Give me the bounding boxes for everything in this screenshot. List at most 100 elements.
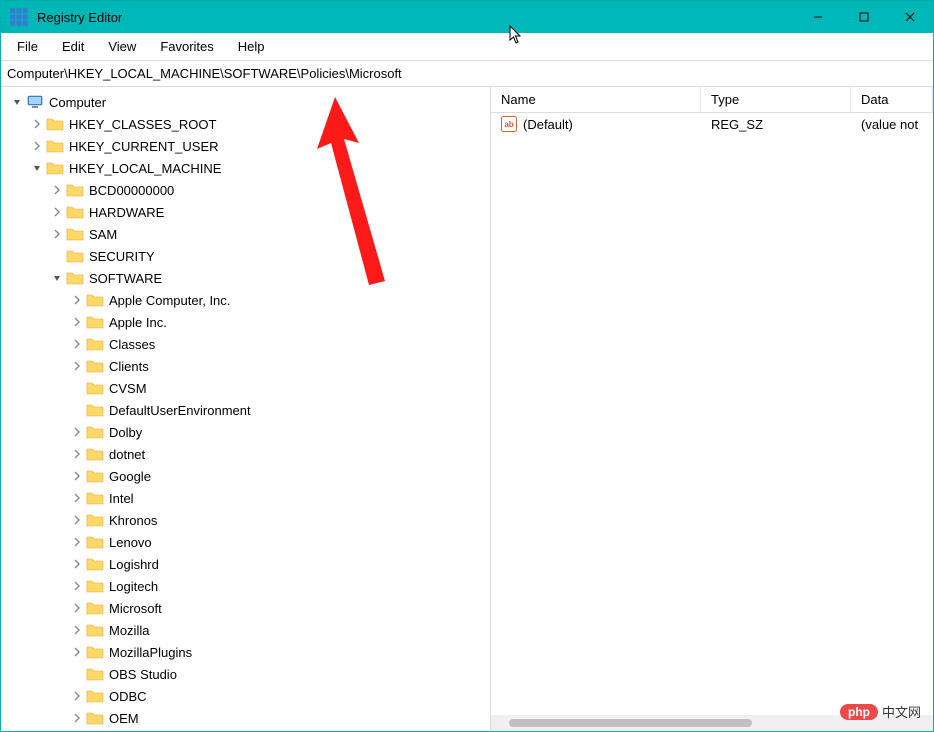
chevron-right-icon[interactable] bbox=[69, 446, 85, 462]
menu-view[interactable]: View bbox=[96, 35, 148, 58]
tree-node[interactable]: Google bbox=[1, 465, 490, 487]
tree-node[interactable]: OEM bbox=[1, 707, 490, 729]
col-header-type[interactable]: Type bbox=[701, 87, 851, 112]
tree-node[interactable]: Apple Inc. bbox=[1, 311, 490, 333]
tree-scroll[interactable]: Computer HKEY_CLASSES_ROOT HKEY_CURRENT_US… bbox=[1, 87, 490, 731]
chevron-down-icon[interactable] bbox=[9, 94, 25, 110]
folder-icon bbox=[86, 358, 104, 374]
chevron-right-icon[interactable] bbox=[49, 182, 65, 198]
chevron-right-icon[interactable] bbox=[69, 556, 85, 572]
hscroll-thumb[interactable] bbox=[509, 719, 752, 727]
list-body[interactable]: ab(Default)REG_SZ(value not bbox=[491, 113, 933, 715]
chevron-right-icon[interactable] bbox=[69, 644, 85, 660]
chevron-right-icon[interactable] bbox=[29, 116, 45, 132]
toggle-none bbox=[69, 666, 85, 682]
main-area: Computer HKEY_CLASSES_ROOT HKEY_CURRENT_US… bbox=[1, 87, 933, 731]
chevron-right-icon[interactable] bbox=[69, 600, 85, 616]
address-text: Computer\HKEY_LOCAL_MACHINE\SOFTWARE\Pol… bbox=[7, 66, 402, 81]
tree-node[interactable]: CVSM bbox=[1, 377, 490, 399]
tree-node-label: HKEY_CURRENT_USER bbox=[69, 139, 219, 154]
tree-node[interactable]: MozillaPlugins bbox=[1, 641, 490, 663]
tree-node[interactable]: Khronos bbox=[1, 509, 490, 531]
tree-node[interactable]: Computer bbox=[1, 91, 490, 113]
folder-icon bbox=[86, 446, 104, 462]
folder-icon bbox=[86, 490, 104, 506]
tree-node[interactable]: Intel bbox=[1, 487, 490, 509]
tree-pane: Computer HKEY_CLASSES_ROOT HKEY_CURRENT_US… bbox=[1, 87, 491, 731]
chevron-right-icon[interactable] bbox=[49, 204, 65, 220]
folder-icon bbox=[86, 402, 104, 418]
tree-node[interactable]: Microsoft bbox=[1, 597, 490, 619]
chevron-right-icon[interactable] bbox=[69, 336, 85, 352]
tree-node[interactable]: Mozilla bbox=[1, 619, 490, 641]
tree-node[interactable]: Apple Computer, Inc. bbox=[1, 289, 490, 311]
menu-favorites[interactable]: Favorites bbox=[148, 35, 225, 58]
chevron-right-icon[interactable] bbox=[69, 710, 85, 726]
chevron-right-icon[interactable] bbox=[69, 490, 85, 506]
tree-node[interactable]: Lenovo bbox=[1, 531, 490, 553]
folder-icon bbox=[66, 204, 84, 220]
chevron-right-icon[interactable] bbox=[69, 314, 85, 330]
chevron-right-icon[interactable] bbox=[69, 578, 85, 594]
folder-icon bbox=[86, 534, 104, 550]
folder-icon bbox=[86, 292, 104, 308]
tree-node[interactable]: HARDWARE bbox=[1, 201, 490, 223]
folder-icon bbox=[86, 314, 104, 330]
tree-node[interactable]: Classes bbox=[1, 333, 490, 355]
tree-node[interactable]: BCD00000000 bbox=[1, 179, 490, 201]
list-header: Name Type Data bbox=[491, 87, 933, 113]
col-header-data[interactable]: Data bbox=[851, 87, 933, 112]
folder-icon bbox=[46, 116, 64, 132]
folder-icon bbox=[66, 270, 84, 286]
chevron-right-icon[interactable] bbox=[69, 688, 85, 704]
list-row[interactable]: ab(Default)REG_SZ(value not bbox=[491, 113, 933, 135]
folder-icon bbox=[86, 578, 104, 594]
chevron-right-icon[interactable] bbox=[69, 292, 85, 308]
chevron-right-icon[interactable] bbox=[49, 226, 65, 242]
minimize-button[interactable] bbox=[795, 1, 841, 33]
tree-node[interactable]: Logishrd bbox=[1, 553, 490, 575]
tree-node[interactable]: Dolby bbox=[1, 421, 490, 443]
chevron-down-icon[interactable] bbox=[49, 270, 65, 286]
string-value-icon: ab bbox=[501, 116, 517, 132]
folder-icon bbox=[66, 182, 84, 198]
maximize-button[interactable] bbox=[841, 1, 887, 33]
tree-node-label: SECURITY bbox=[89, 249, 155, 264]
list-pane: Name Type Data ab(Default)REG_SZ(value n… bbox=[491, 87, 933, 731]
tree-node-label: Computer bbox=[49, 95, 106, 110]
chevron-down-icon[interactable] bbox=[29, 160, 45, 176]
tree-node-label: Google bbox=[109, 469, 151, 484]
tree-node[interactable]: Logitech bbox=[1, 575, 490, 597]
tree-node[interactable]: HKEY_CLASSES_ROOT bbox=[1, 113, 490, 135]
tree-node[interactable]: Clients bbox=[1, 355, 490, 377]
col-header-name[interactable]: Name bbox=[491, 87, 701, 112]
tree-node[interactable]: SOFTWARE bbox=[1, 267, 490, 289]
titlebar[interactable]: Registry Editor bbox=[1, 1, 933, 33]
tree-node[interactable]: DefaultUserEnvironment bbox=[1, 399, 490, 421]
address-bar[interactable]: Computer\HKEY_LOCAL_MACHINE\SOFTWARE\Pol… bbox=[1, 61, 933, 87]
chevron-right-icon[interactable] bbox=[69, 622, 85, 638]
menu-edit[interactable]: Edit bbox=[50, 35, 96, 58]
close-button[interactable] bbox=[887, 1, 933, 33]
svg-text:ab: ab bbox=[504, 120, 513, 129]
tree-node[interactable]: HKEY_CURRENT_USER bbox=[1, 135, 490, 157]
tree-node[interactable]: dotnet bbox=[1, 443, 490, 465]
menu-help[interactable]: Help bbox=[226, 35, 277, 58]
folder-icon bbox=[86, 424, 104, 440]
folder-icon bbox=[46, 160, 64, 176]
folder-icon bbox=[66, 226, 84, 242]
chevron-right-icon[interactable] bbox=[69, 358, 85, 374]
tree-node-label: Logitech bbox=[109, 579, 158, 594]
tree-node[interactable]: SAM bbox=[1, 223, 490, 245]
tree-node[interactable]: ODBC bbox=[1, 685, 490, 707]
tree-node[interactable]: SECURITY bbox=[1, 245, 490, 267]
tree-node[interactable]: OBS Studio bbox=[1, 663, 490, 685]
watermark: php 中文网 bbox=[840, 702, 921, 721]
chevron-right-icon[interactable] bbox=[29, 138, 45, 154]
chevron-right-icon[interactable] bbox=[69, 468, 85, 484]
chevron-right-icon[interactable] bbox=[69, 424, 85, 440]
chevron-right-icon[interactable] bbox=[69, 534, 85, 550]
menu-file[interactable]: File bbox=[5, 35, 50, 58]
chevron-right-icon[interactable] bbox=[69, 512, 85, 528]
tree-node[interactable]: HKEY_LOCAL_MACHINE bbox=[1, 157, 490, 179]
